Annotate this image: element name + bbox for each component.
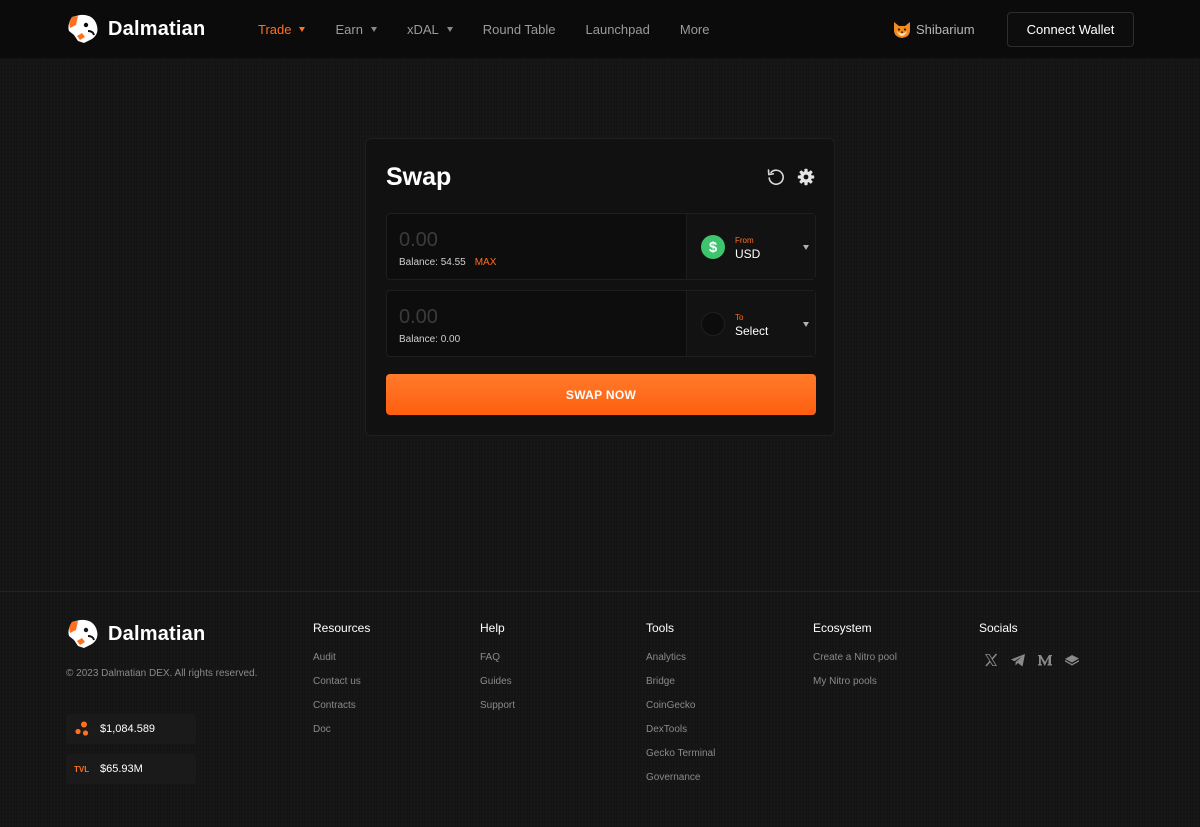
network-label: Shibarium <box>916 21 975 37</box>
nav-trade-label: Trade <box>258 21 292 37</box>
x-icon[interactable] <box>983 652 999 668</box>
main-nav: Trade Earn xDAL Round Table Launchpad Mo… <box>258 0 739 58</box>
footer-link-contact-us[interactable]: Contact us <box>313 676 370 687</box>
to-balance: Balance: 0.00 <box>399 334 460 345</box>
footer-link-audit[interactable]: Audit <box>313 652 370 663</box>
dal-token-icon <box>74 721 96 737</box>
from-token-name: USD <box>735 247 761 261</box>
footer-link-gecko-terminal[interactable]: Gecko Terminal <box>646 748 715 759</box>
footer: Dalmatian © 2023 Dalmatian DEX. All righ… <box>0 591 1200 827</box>
from-balance-text: Balance: 54.55 <box>399 257 466 268</box>
from-amount-input[interactable] <box>399 227 669 253</box>
dalmatian-logo-icon <box>68 619 98 648</box>
footer-link-coingecko[interactable]: CoinGecko <box>646 700 715 711</box>
brand-name: Dalmatian <box>108 17 206 40</box>
medium-icon[interactable] <box>1037 652 1053 668</box>
nav-trade[interactable]: Trade <box>258 21 306 37</box>
footer-col-tools: Tools Analytics Bridge CoinGecko DexTool… <box>646 621 715 796</box>
footer-col-title: Help <box>480 621 505 635</box>
gear-icon[interactable] <box>796 167 816 187</box>
tvl-value: $65.93M <box>100 763 143 775</box>
footer-link-doc[interactable]: Doc <box>313 724 370 735</box>
to-token-selector[interactable]: To Select <box>686 291 815 356</box>
footer-col-title: Socials <box>979 621 1018 635</box>
footer-link-contracts[interactable]: Contracts <box>313 700 370 711</box>
usd-dollar-icon: $ <box>701 235 725 259</box>
chevron-down-icon <box>446 26 453 32</box>
nav-earn-label: Earn <box>335 21 363 37</box>
copyright: © 2023 Dalmatian DEX. All rights reserve… <box>66 668 258 679</box>
from-token-selector[interactable]: $ From USD <box>686 214 815 279</box>
token-price-badge: $1,084.589 <box>66 714 196 744</box>
swap-title: Swap <box>386 163 452 191</box>
from-token-box: Balance: 54.55 MAX $ From USD <box>386 213 816 280</box>
footer-col-socials: Socials <box>979 621 1091 668</box>
telegram-icon[interactable] <box>1010 652 1026 668</box>
to-label: To <box>735 313 744 322</box>
footer-col-title: Resources <box>313 621 371 635</box>
swap-now-button[interactable]: SWAP NOW <box>386 374 816 415</box>
to-amount-input[interactable] <box>399 304 669 330</box>
network-selector[interactable]: Shibarium <box>892 18 975 40</box>
social-links <box>983 652 1091 668</box>
footer-col-ecosystem: Ecosystem Create a Nitro pool My Nitro p… <box>813 621 897 700</box>
footer-link-dextools[interactable]: DexTools <box>646 724 715 735</box>
footer-link-guides[interactable]: Guides <box>480 676 515 687</box>
footer-link-bridge[interactable]: Bridge <box>646 676 715 687</box>
tvl-badge: TVL $65.93M <box>66 754 196 784</box>
footer-link-analytics[interactable]: Analytics <box>646 652 715 663</box>
max-button[interactable]: MAX <box>475 257 497 268</box>
chevron-down-icon <box>803 245 809 250</box>
footer-brand-logo[interactable]: Dalmatian <box>66 618 205 650</box>
empty-token-icon <box>701 312 725 336</box>
nav-round-table[interactable]: Round Table <box>483 22 556 37</box>
footer-col-title: Ecosystem <box>813 621 872 635</box>
footer-col-help: Help FAQ Guides Support <box>480 621 515 724</box>
dalmatian-logo-icon <box>68 14 98 43</box>
chevron-down-icon <box>803 322 809 327</box>
nav-round-table-label: Round Table <box>482 21 556 37</box>
footer-link-my-nitro-pools[interactable]: My Nitro pools <box>813 676 897 687</box>
footer-link-create-nitro-pool[interactable]: Create a Nitro pool <box>813 652 897 663</box>
gitbook-icon[interactable] <box>1064 652 1080 668</box>
to-token-box: Balance: 0.00 To Select <box>386 290 816 357</box>
nav-xdal[interactable]: xDAL <box>407 22 453 37</box>
to-token-name: Select <box>735 324 769 338</box>
brand-logo[interactable]: Dalmatian <box>66 13 205 45</box>
connect-wallet-button[interactable]: Connect Wallet <box>1007 12 1134 47</box>
chevron-down-icon <box>370 26 377 32</box>
top-nav-bar: Dalmatian Trade Earn xDAL Round Table La… <box>0 0 1200 58</box>
footer-col-resources: Resources Audit Contact us Contracts Doc <box>313 621 370 748</box>
token-price: $1,084.589 <box>100 723 156 735</box>
nav-launchpad-label: Launchpad <box>585 21 650 37</box>
nav-xdal-label: xDAL <box>406 21 439 37</box>
chevron-down-icon <box>299 26 306 32</box>
footer-link-support[interactable]: Support <box>480 700 515 711</box>
nav-launchpad[interactable]: Launchpad <box>586 22 650 37</box>
from-label: From <box>735 236 754 245</box>
from-balance: Balance: 54.55 MAX <box>399 257 496 268</box>
tvl-label: TVL <box>74 764 90 774</box>
nav-earn[interactable]: Earn <box>335 21 377 37</box>
swap-card: Swap Balance: 54.55 MAX $ From USD <box>365 138 835 436</box>
to-balance-text: Balance: 0.00 <box>399 334 461 345</box>
refresh-icon[interactable] <box>766 167 786 187</box>
footer-brand-name: Dalmatian <box>108 622 206 645</box>
footer-link-faq[interactable]: FAQ <box>480 652 515 663</box>
nav-more[interactable]: More <box>680 22 710 37</box>
footer-link-governance[interactable]: Governance <box>646 772 715 783</box>
nav-more-label: More <box>679 21 710 37</box>
footer-col-title: Tools <box>646 621 675 635</box>
shiba-inu-icon <box>894 22 910 38</box>
